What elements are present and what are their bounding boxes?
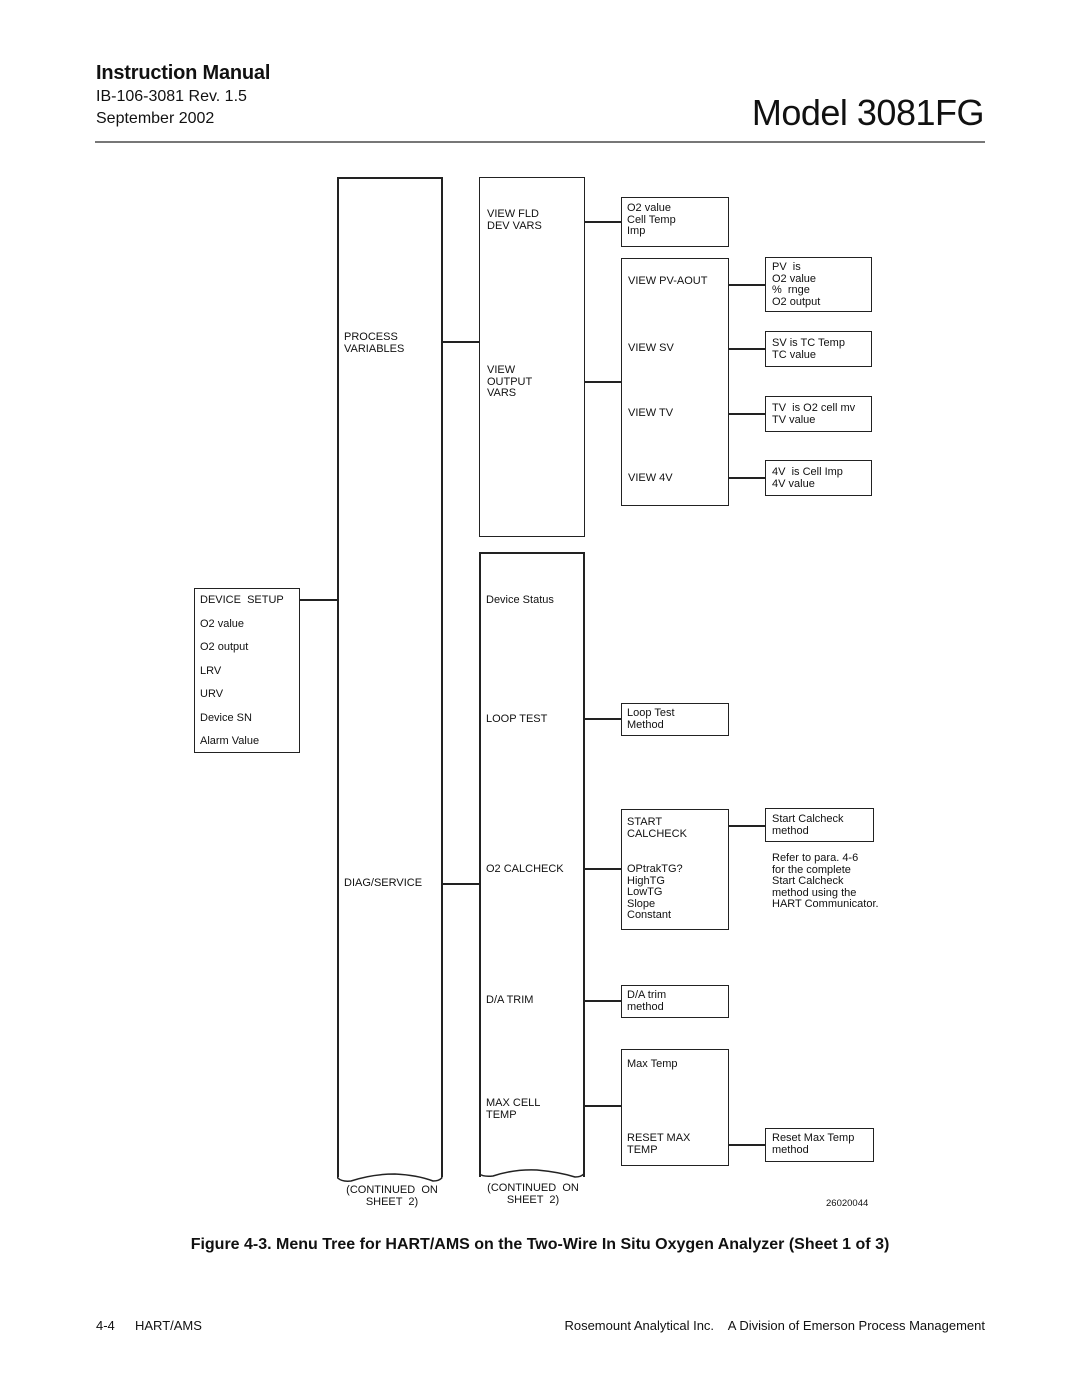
connector-line [729, 284, 766, 286]
continued-note: (CONTINUED ON SHEET 2) [346, 1184, 438, 1208]
da-trim-method: D/A trim method [627, 989, 667, 1013]
device-setup-item: Device SN [200, 712, 252, 724]
connector-line [584, 868, 622, 870]
menu-view-pv-aout: VIEW PV-AOUT [628, 275, 708, 287]
output-vars-menu [621, 258, 729, 506]
menu-max-temp: Max Temp [627, 1058, 678, 1070]
connector-line [584, 1000, 622, 1002]
continued-note: (CONTINUED ON SHEET 2) [487, 1182, 579, 1206]
reset-max-temp-method: Reset Max Temp method [772, 1132, 855, 1156]
column-border [479, 552, 481, 1177]
connector-line [584, 1105, 622, 1107]
torn-edge [337, 1166, 443, 1182]
menu-view-4v: VIEW 4V [628, 472, 673, 484]
footer-section: HART/AMS [135, 1318, 202, 1333]
device-setup-item: LRV [200, 665, 222, 677]
fld-dev-vars-list: O2 value Cell Temp Imp [627, 202, 676, 237]
fourth-variable-description: 4V is Cell Imp 4V value [772, 466, 843, 490]
document-number: IB-106-3081 Rev. 1.5 [96, 88, 247, 105]
menu-o2-calcheck: O2 CALCHECK [486, 863, 564, 875]
menu-view-fld-dev-vars: VIEW FLD DEV VARS [487, 208, 542, 232]
menu-start-calcheck: START CALCHECK [627, 816, 687, 840]
menu-view-sv: VIEW SV [628, 342, 674, 354]
connector-line [729, 348, 766, 350]
device-setup-item: O2 output [200, 641, 249, 653]
connector-line [585, 381, 622, 383]
pv-description: PV is O2 value % rnge O2 output [772, 261, 821, 308]
connector-line [729, 825, 766, 827]
menu-view-tv: VIEW TV [628, 407, 674, 419]
torn-edge [479, 1164, 585, 1178]
manual-title: Instruction Manual [96, 62, 271, 84]
connector-line [584, 718, 622, 720]
connector-line [729, 477, 766, 479]
start-calcheck-method: Start Calcheck method [772, 813, 844, 837]
device-setup-item: O2 value [200, 618, 245, 630]
loop-test-method: Loop Test Method [627, 707, 675, 731]
figure-id: 26020044 [826, 1198, 869, 1209]
connector-line [300, 599, 338, 601]
column-border [441, 177, 443, 1177]
header-divider [95, 141, 985, 143]
column-border [583, 552, 585, 1177]
footer-company: Rosemount Analytical Inc. A Division of … [564, 1318, 985, 1333]
page-number: 4-4 [96, 1318, 115, 1333]
connector-line [585, 221, 622, 223]
device-setup-item: Alarm Value [200, 735, 260, 747]
model-name: Model 3081FG [751, 92, 985, 133]
connector-line [729, 1144, 766, 1146]
column-border [479, 552, 585, 554]
figure-caption: Figure 4-3. Menu Tree for HART/AMS on th… [190, 1236, 890, 1253]
connector-line [442, 341, 480, 343]
menu-loop-test: LOOP TEST [486, 713, 548, 725]
menu-device-status: Device Status [486, 594, 554, 606]
menu-diag-service: DIAG/SERVICE [344, 877, 423, 889]
device-setup-item: URV [200, 688, 224, 700]
device-setup-title: DEVICE SETUP [200, 594, 284, 606]
menu-process-variables: PROCESS VARIABLES [344, 331, 405, 355]
column-border [337, 177, 339, 1177]
tv-description: TV is O2 cell mv TV value [772, 402, 856, 426]
menu-reset-max-temp: RESET MAX TEMP [627, 1132, 691, 1156]
sv-description: SV is TC Temp TC value [772, 337, 845, 361]
connector-line [442, 883, 480, 885]
menu-da-trim: D/A TRIM [486, 994, 534, 1006]
connector-line [729, 413, 766, 415]
column-border [337, 177, 442, 179]
menu-view-output-vars: VIEW OUTPUT VARS [487, 364, 533, 399]
calcheck-note: Refer to para. 4-6 for the complete Star… [772, 852, 879, 910]
calcheck-parameters: OPtrakTG? HighTG LowTG Slope Constant [627, 863, 683, 921]
menu-max-cell-temp: MAX CELL TEMP [486, 1097, 541, 1121]
document-date: September 2002 [96, 110, 215, 127]
